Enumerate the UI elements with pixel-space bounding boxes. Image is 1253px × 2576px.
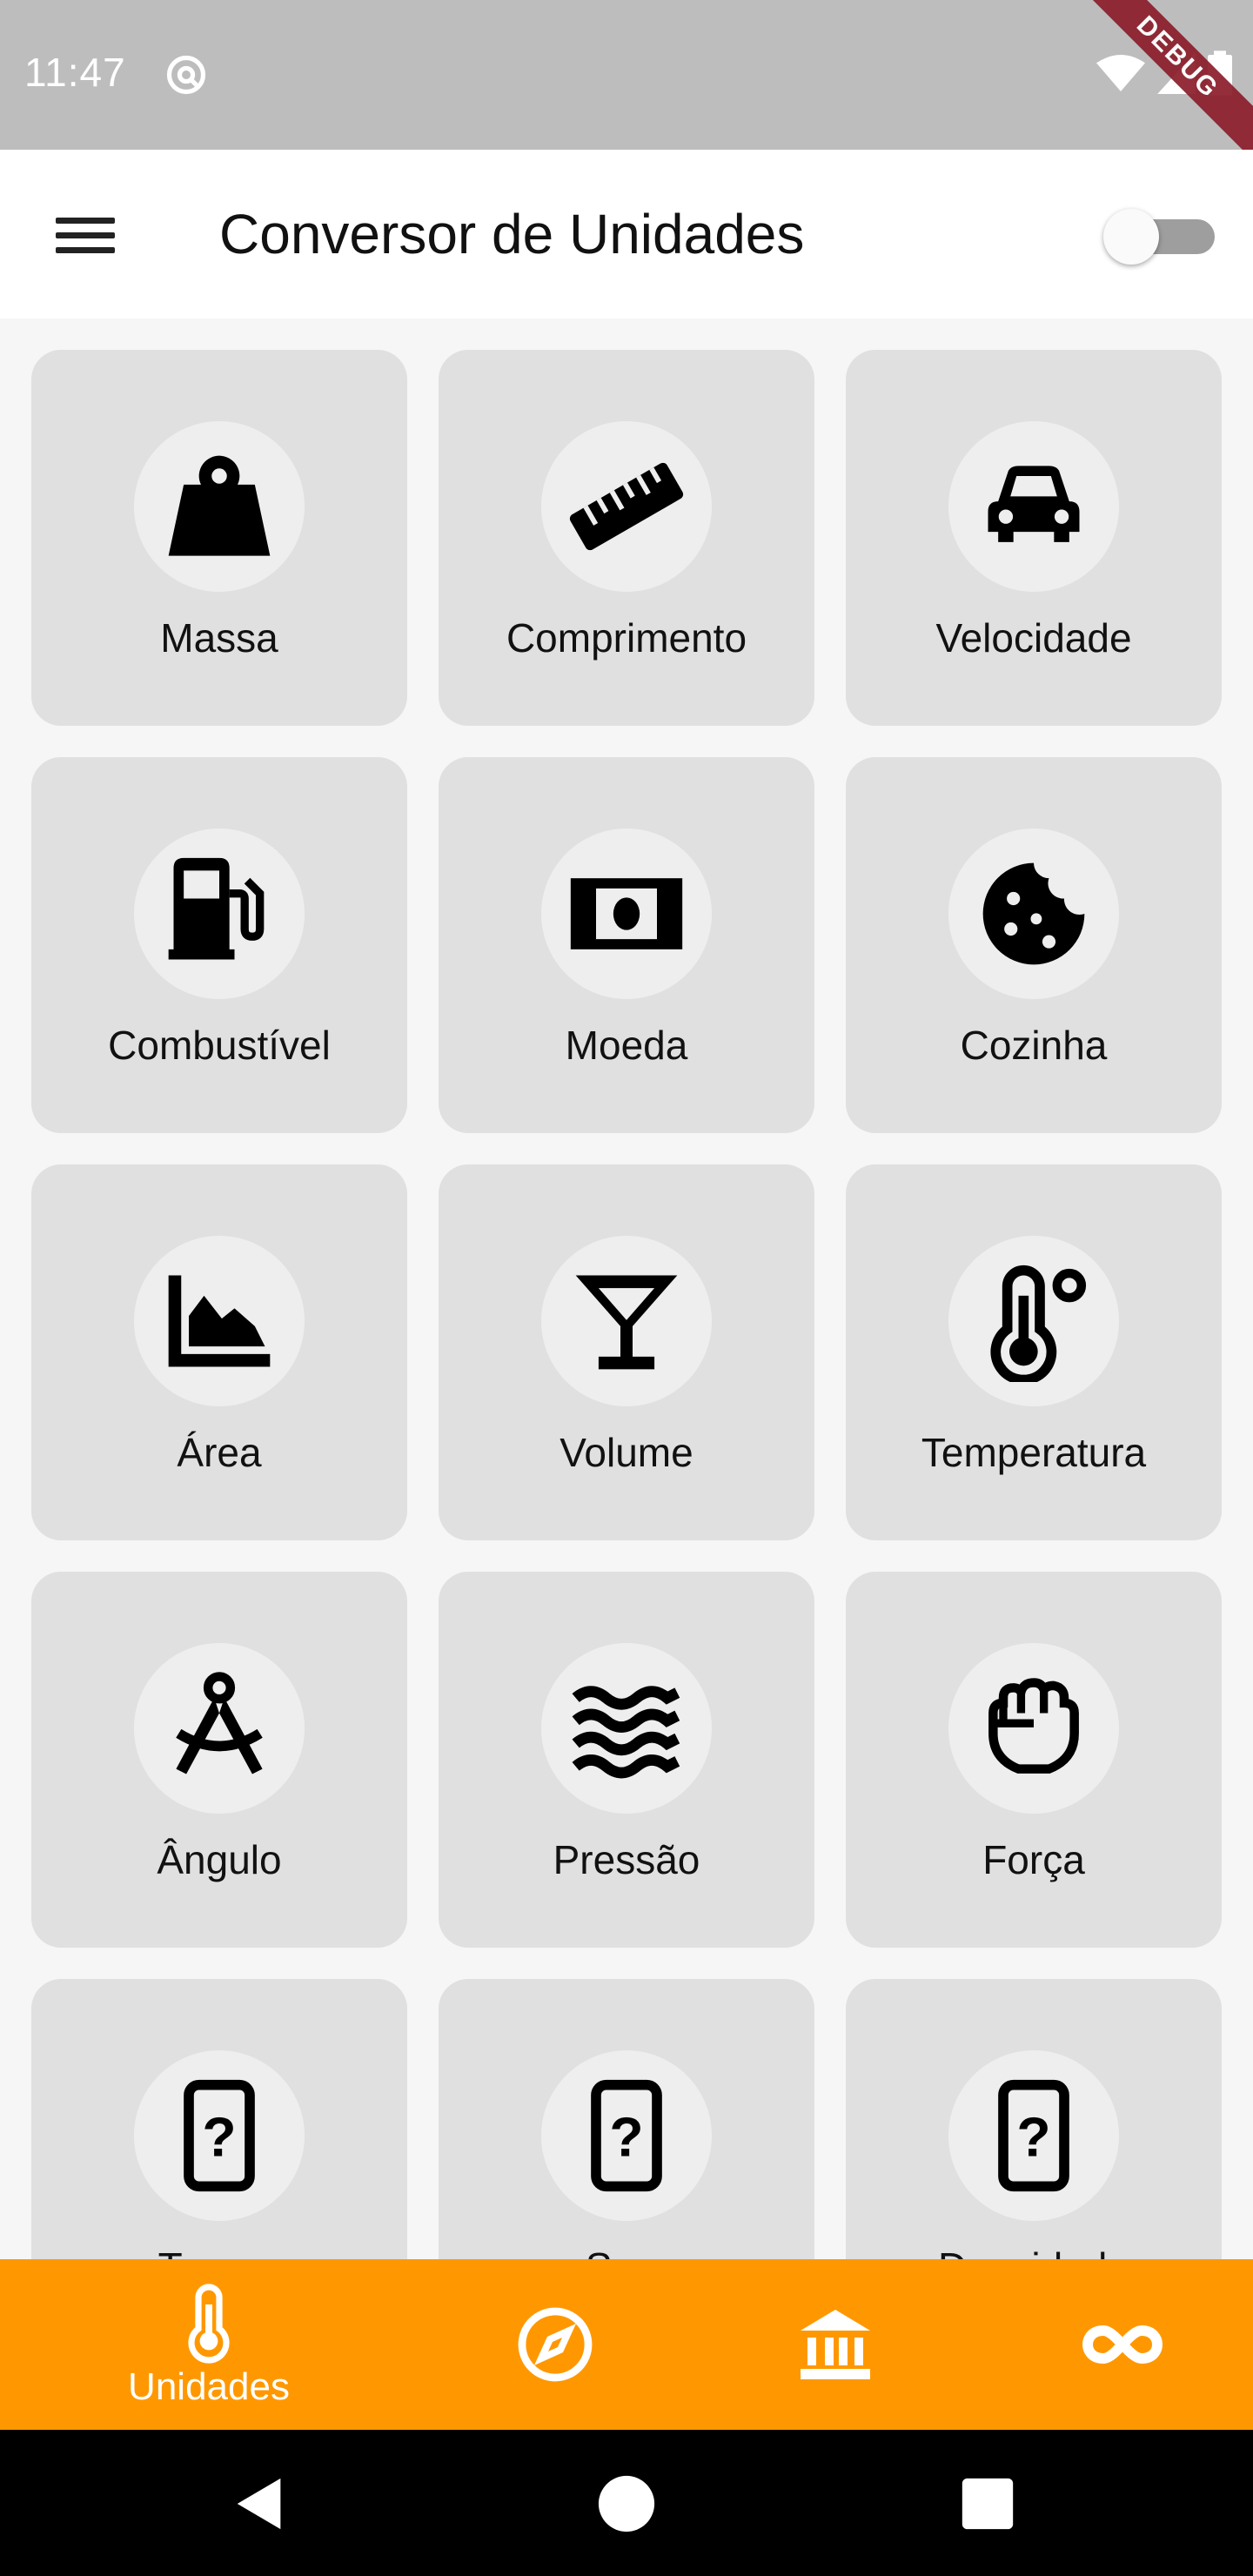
recents-icon[interactable] (957, 2473, 1018, 2534)
status-bar: 11:47 DEBUG (0, 0, 1253, 173)
category-label: Cozinha (960, 1023, 1108, 1068)
category-icon-circle (948, 1643, 1119, 1814)
banknote-icon (570, 878, 683, 949)
back-icon[interactable] (230, 2473, 291, 2534)
category-icon-circle (134, 828, 305, 999)
category-label: Combustível (108, 1023, 331, 1068)
category-label: Velocidade (935, 615, 1132, 661)
bank-icon (801, 2310, 870, 2379)
category-label: Massa (160, 615, 278, 661)
toggle-thumb (1103, 209, 1159, 265)
category-icon-circle (541, 1643, 712, 1814)
category-label: Volume (559, 1430, 694, 1475)
category-icon-circle: ? (134, 2050, 305, 2221)
phone-question-icon: ? (591, 2079, 662, 2192)
category-label: Área (177, 1430, 262, 1475)
category-icon-circle: ? (541, 2050, 712, 2221)
category-card-torque[interactable]: ? Torque (31, 1979, 407, 2259)
nav-item-compass[interactable] (503, 2259, 607, 2430)
nav-label-unidades: Unidades (128, 2365, 290, 2408)
category-label: Ângulo (157, 1837, 282, 1882)
category-label: Pressão (553, 1837, 700, 1882)
theme-toggle[interactable] (1103, 209, 1215, 265)
car-icon (988, 466, 1080, 542)
category-card-massa[interactable]: Massa (31, 350, 407, 726)
category-card-moeda[interactable]: Moeda (439, 757, 814, 1133)
category-card-combustivel[interactable]: Combustível (31, 757, 407, 1133)
category-card-angulo[interactable]: Ângulo (31, 1572, 407, 1948)
app-bar: Conversor de Unidades (0, 150, 1253, 319)
category-icon-circle (948, 828, 1119, 999)
category-card-velocidade[interactable]: Velocidade (846, 350, 1222, 726)
category-icon-circle (134, 1643, 305, 1814)
category-card-comprimento[interactable]: Comprimento (439, 350, 814, 726)
area-chart-icon (168, 1275, 271, 1367)
category-card-area[interactable]: Área (31, 1164, 407, 1540)
page-title: Conversor de Unidades (219, 203, 805, 265)
category-label: Temperatura (921, 1430, 1147, 1475)
cookie-icon (982, 862, 1085, 965)
category-card-volume[interactable]: Volume (439, 1164, 814, 1540)
gas-pump-icon (168, 857, 265, 960)
category-card-pressao[interactable]: Pressão (439, 1572, 814, 1948)
wifi-icon (1096, 55, 1145, 91)
nav-item-bank[interactable] (783, 2259, 888, 2430)
svg-text:?: ? (609, 2105, 643, 2168)
category-icon-circle (948, 421, 1119, 592)
category-card-forca[interactable]: Força (846, 1572, 1222, 1948)
thermometer-icon (188, 2284, 230, 2364)
category-icon-circle (134, 421, 305, 592)
menu-button[interactable] (45, 202, 125, 268)
hamburger-line (56, 217, 115, 224)
nav-item-infinity[interactable] (1070, 2259, 1175, 2430)
hamburger-line (56, 231, 115, 238)
svg-text:?: ? (202, 2105, 236, 2168)
phone-question-icon: ? (998, 2079, 1069, 2192)
home-icon[interactable] (596, 2473, 657, 2534)
weight-icon (168, 455, 271, 556)
category-card-temperatura[interactable]: Temperatura (846, 1164, 1222, 1540)
category-icon-circle (541, 421, 712, 592)
compass-icon (518, 2307, 593, 2382)
phone-question-icon: ? (184, 2079, 255, 2192)
category-icon-circle (134, 1236, 305, 1406)
category-icon-circle (948, 1236, 1119, 1406)
category-card-densidade[interactable]: ? Densidade (846, 1979, 1222, 2259)
svg-text:?: ? (1016, 2105, 1050, 2168)
category-label: Densidade (846, 2244, 1222, 2259)
category-icon-circle (541, 1236, 712, 1406)
category-grid: Massa Comprimento Velocidade Combustível Moe… (0, 319, 1253, 2259)
category-card-som[interactable]: ? Som (439, 1979, 814, 2259)
category-icon-circle (541, 828, 712, 999)
category-card-cozinha[interactable]: Cozinha (846, 757, 1222, 1133)
waves-icon (572, 1686, 680, 1779)
system-navigation-bar (0, 2430, 1253, 2576)
ruler-icon (569, 462, 684, 551)
nav-item-unidades[interactable]: Unidades (87, 2259, 331, 2430)
category-label: Som (439, 2244, 814, 2259)
category-label: Comprimento (506, 615, 747, 661)
hamburger-line (56, 246, 115, 253)
fist-icon (988, 1678, 1079, 1774)
thermometer-icon (990, 1265, 1087, 1382)
category-label: Moeda (565, 1023, 688, 1068)
status-time: 11:47 (24, 50, 126, 95)
compass-drafting-icon (176, 1672, 263, 1774)
cocktail-glass-icon (575, 1275, 678, 1370)
bottom-navigation: Unidades (0, 2259, 1253, 2430)
infinity-icon (1082, 2324, 1163, 2365)
category-label: Força (982, 1837, 1085, 1882)
category-label: Torque (31, 2244, 407, 2259)
at-sign-icon (166, 55, 206, 95)
category-icon-circle: ? (948, 2050, 1119, 2221)
